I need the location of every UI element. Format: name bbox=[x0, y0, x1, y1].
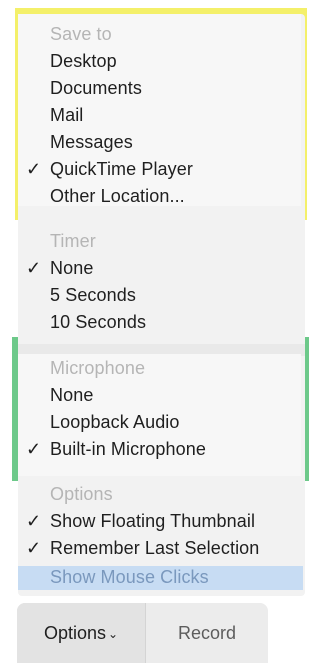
checkmark-icon: ✓ bbox=[26, 159, 42, 179]
save-to-header: Save to bbox=[50, 24, 112, 44]
screenshot-stage: Save to Desktop Documents Mail Messages … bbox=[0, 0, 309, 663]
menu-item-mail[interactable]: Mail bbox=[50, 102, 83, 129]
menu-item-built-in-microphone[interactable]: Built-in Microphone bbox=[50, 436, 206, 463]
menu-item-mic-none[interactable]: None bbox=[50, 382, 93, 409]
record-button[interactable]: Record bbox=[145, 603, 268, 663]
chevron-down-icon: ⌄ bbox=[107, 627, 119, 641]
menu-item-10-seconds[interactable]: 10 Seconds bbox=[50, 309, 146, 336]
checkmark-icon: ✓ bbox=[26, 511, 42, 531]
menu-item-messages[interactable]: Messages bbox=[50, 129, 133, 156]
menu-item-remember-last-selection[interactable]: Remember Last Selection bbox=[50, 535, 259, 562]
menu-item-show-mouse-clicks[interactable]: Show Mouse Clicks bbox=[50, 564, 209, 591]
options-menu: Save to Desktop Documents Mail Messages … bbox=[18, 14, 305, 596]
options-button-label: Options bbox=[43, 623, 106, 643]
microphone-header: Microphone bbox=[50, 358, 146, 378]
menu-item-loopback-audio[interactable]: Loopback Audio bbox=[50, 409, 180, 436]
menu-item-desktop[interactable]: Desktop bbox=[50, 48, 117, 75]
menu-item-documents[interactable]: Documents bbox=[50, 75, 142, 102]
menu-item-show-floating-thumbnail[interactable]: Show Floating Thumbnail bbox=[50, 508, 255, 535]
menu-item-5-seconds[interactable]: 5 Seconds bbox=[50, 282, 136, 309]
capture-toolbar: Options ⌄ Record bbox=[17, 603, 268, 663]
checkmark-icon: ✓ bbox=[26, 439, 42, 459]
menu-item-quicktime-player[interactable]: QuickTime Player bbox=[50, 156, 193, 183]
menu-item-timer-none[interactable]: None bbox=[50, 255, 93, 282]
record-button-label: Record bbox=[177, 623, 237, 643]
checkmark-icon: ✓ bbox=[26, 258, 42, 278]
timer-header: Timer bbox=[50, 231, 96, 251]
checkmark-icon: ✓ bbox=[26, 538, 42, 558]
options-header: Options bbox=[50, 484, 113, 504]
options-button[interactable]: Options ⌄ bbox=[17, 603, 145, 663]
menu-item-other-location[interactable]: Other Location... bbox=[50, 183, 185, 210]
